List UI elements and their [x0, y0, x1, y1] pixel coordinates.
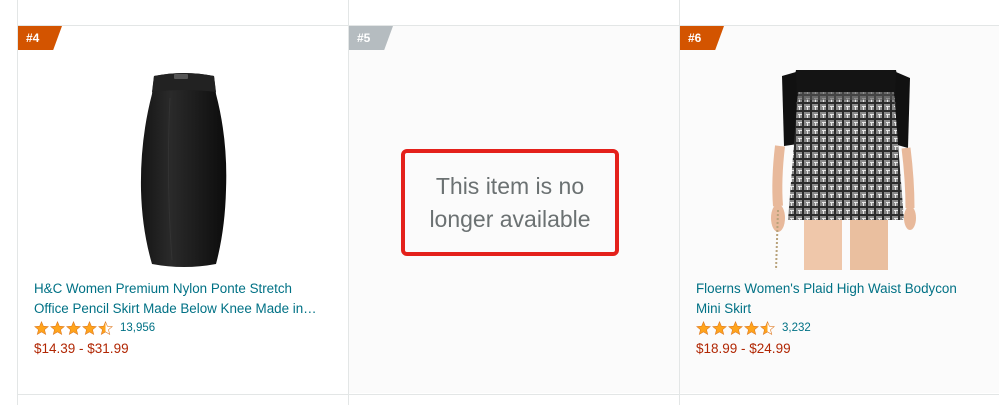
product-title-line[interactable]: Office Pencil Skirt Made Below Knee Made…	[34, 299, 339, 319]
product-title-line[interactable]: Floerns Women's Plaid High Waist Bodycon	[696, 279, 999, 299]
review-count[interactable]: 13,956	[120, 322, 155, 334]
price-range: $18.99 - $24.99	[696, 341, 791, 356]
unavailable-message-line: longer available	[429, 205, 591, 232]
star-rating-icon[interactable]	[696, 320, 776, 336]
unavailable-notice-highlight: This item is no longer available	[401, 149, 619, 256]
price-range: $14.39 - $31.99	[34, 341, 129, 356]
star-rating-icon[interactable]	[34, 320, 114, 336]
rank-badge: #5	[349, 26, 393, 50]
unavailable-message: This item is no longer available	[415, 170, 605, 236]
product-card[interactable]: #6 Floerns Women's Plaid High Waist Body…	[680, 26, 999, 393]
rank-badge: #6	[680, 26, 724, 50]
product-image-plaid-mini-skirt[interactable]	[770, 70, 920, 270]
grid-divider	[17, 394, 999, 395]
product-image-black-pencil-skirt[interactable]	[130, 70, 238, 270]
rank-badge: #4	[18, 26, 62, 50]
rating-row[interactable]: 3,232	[696, 320, 811, 336]
rating-row[interactable]: 13,956	[34, 320, 155, 336]
product-card-unavailable: #5 This item is no longer available	[349, 26, 679, 393]
product-title-line[interactable]: H&C Women Premium Nylon Ponte Stretch	[34, 279, 339, 299]
product-card[interactable]: #4 H&C Women Premium Nylon Ponte Stretch…	[18, 26, 348, 393]
unavailable-message-line: This item is no	[435, 172, 585, 199]
product-title-line[interactable]: Mini Skirt	[696, 299, 999, 319]
review-count[interactable]: 3,232	[782, 322, 811, 334]
